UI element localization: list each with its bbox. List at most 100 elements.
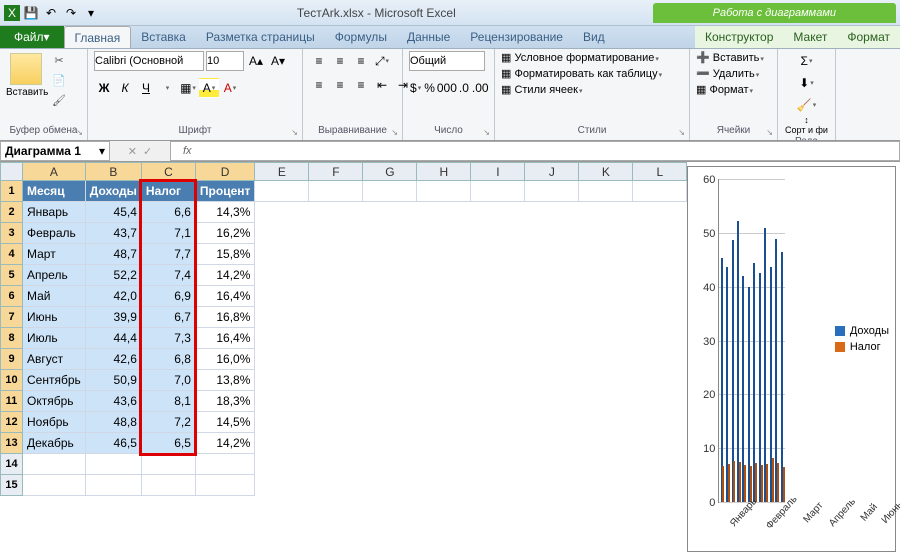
align-right-icon[interactable]: ≡ bbox=[351, 75, 371, 95]
currency-icon[interactable]: $ bbox=[409, 78, 422, 98]
copy-icon[interactable]: 📄 bbox=[50, 71, 68, 89]
bar-income[interactable] bbox=[721, 258, 723, 502]
cell[interactable] bbox=[141, 475, 195, 496]
cell[interactable]: 48,8 bbox=[85, 412, 141, 433]
row-header-5[interactable]: 5 bbox=[1, 265, 23, 286]
cell[interactable]: 16,4% bbox=[195, 286, 254, 307]
cell[interactable]: 6,6 bbox=[141, 202, 195, 223]
undo-icon[interactable]: ↶ bbox=[42, 4, 60, 22]
shrink-font-icon[interactable]: A▾ bbox=[268, 51, 288, 71]
review-tab[interactable]: Рецензирование bbox=[460, 26, 573, 48]
cell[interactable]: 14,2% bbox=[195, 433, 254, 454]
cell[interactable] bbox=[23, 454, 86, 475]
cut-icon[interactable]: ✂ bbox=[50, 51, 68, 69]
chart-container[interactable]: 0102030405060 ЯнварьФевральМартАпрельМ bbox=[687, 162, 900, 556]
cell[interactable] bbox=[633, 181, 687, 202]
cell[interactable]: 42,6 bbox=[85, 349, 141, 370]
cell[interactable] bbox=[417, 181, 471, 202]
orientation-icon[interactable]: ⤢ bbox=[372, 51, 392, 71]
row-header-8[interactable]: 8 bbox=[1, 328, 23, 349]
data-tab[interactable]: Данные bbox=[397, 26, 460, 48]
cancel-icon[interactable]: ✕ bbox=[128, 145, 137, 158]
chart[interactable]: 0102030405060 ЯнварьФевральМартАпрельМ bbox=[687, 166, 896, 552]
font-color-button[interactable]: A bbox=[220, 78, 240, 98]
header-cell[interactable]: Налог bbox=[141, 181, 195, 202]
underline-button[interactable]: Ч bbox=[136, 78, 156, 98]
cell[interactable]: Октябрь bbox=[23, 391, 86, 412]
format-cells-button[interactable]: ▦ Формат bbox=[696, 83, 771, 96]
cell[interactable]: Август bbox=[23, 349, 86, 370]
cell[interactable] bbox=[195, 475, 254, 496]
cell[interactable] bbox=[471, 181, 525, 202]
format-tab[interactable]: Формат bbox=[837, 26, 900, 48]
cell[interactable]: Ноябрь bbox=[23, 412, 86, 433]
row-header-3[interactable]: 3 bbox=[1, 223, 23, 244]
cell[interactable]: 43,6 bbox=[85, 391, 141, 412]
cell[interactable]: 44,4 bbox=[85, 328, 141, 349]
autosum-icon[interactable]: Σ bbox=[797, 51, 817, 71]
sort-filter-button[interactable]: ↕Сорт и фи bbox=[784, 115, 829, 135]
cell[interactable]: 16,8% bbox=[195, 307, 254, 328]
col-header-D[interactable]: D bbox=[195, 163, 254, 181]
spreadsheet[interactable]: ABCDEFGHIJKL1МесяцДоходыНалогПроцент2Янв… bbox=[0, 162, 687, 496]
cell[interactable]: Декабрь bbox=[23, 433, 86, 454]
cell[interactable] bbox=[85, 475, 141, 496]
cell[interactable]: Апрель bbox=[23, 265, 86, 286]
fill-icon[interactable]: ⬇ bbox=[797, 73, 817, 93]
col-header-K[interactable]: K bbox=[579, 163, 633, 181]
underline-dropdown[interactable] bbox=[157, 78, 177, 98]
qat-dropdown-icon[interactable]: ▾ bbox=[82, 4, 100, 22]
number-format-select[interactable] bbox=[409, 51, 485, 71]
page-layout-tab[interactable]: Разметка страницы bbox=[196, 26, 325, 48]
comma-icon[interactable]: 000 bbox=[437, 78, 457, 98]
home-tab[interactable]: Главная bbox=[64, 26, 132, 48]
cell[interactable]: 6,5 bbox=[141, 433, 195, 454]
cell[interactable]: 14,5% bbox=[195, 412, 254, 433]
col-header-I[interactable]: I bbox=[471, 163, 525, 181]
align-top-icon[interactable]: ≡ bbox=[309, 51, 329, 71]
cell[interactable]: 16,4% bbox=[195, 328, 254, 349]
grow-font-icon[interactable]: A▴ bbox=[246, 51, 266, 71]
cell[interactable]: 43,7 bbox=[85, 223, 141, 244]
cell[interactable] bbox=[141, 454, 195, 475]
col-header-C[interactable]: C bbox=[141, 163, 195, 181]
align-center-icon[interactable]: ≡ bbox=[330, 75, 350, 95]
cell[interactable]: 15,8% bbox=[195, 244, 254, 265]
cell[interactable]: 8,1 bbox=[141, 391, 195, 412]
cell[interactable]: 7,2 bbox=[141, 412, 195, 433]
cell[interactable]: 7,7 bbox=[141, 244, 195, 265]
cell[interactable]: 6,7 bbox=[141, 307, 195, 328]
align-bot-icon[interactable]: ≡ bbox=[351, 51, 371, 71]
cell[interactable]: 48,7 bbox=[85, 244, 141, 265]
cell[interactable] bbox=[85, 454, 141, 475]
col-header-A[interactable]: A bbox=[23, 163, 86, 181]
view-tab[interactable]: Вид bbox=[573, 26, 615, 48]
fill-color-button[interactable]: A bbox=[199, 78, 219, 98]
cell[interactable]: 7,0 bbox=[141, 370, 195, 391]
col-header-J[interactable]: J bbox=[525, 163, 579, 181]
cell[interactable]: Март bbox=[23, 244, 86, 265]
cell[interactable]: 52,2 bbox=[85, 265, 141, 286]
delete-cells-button[interactable]: ➖ Удалить bbox=[696, 67, 771, 80]
percent-icon[interactable]: % bbox=[423, 78, 436, 98]
col-header-H[interactable]: H bbox=[417, 163, 471, 181]
cell[interactable] bbox=[363, 181, 417, 202]
row-header-1[interactable]: 1 bbox=[1, 181, 23, 202]
cell[interactable]: 6,8 bbox=[141, 349, 195, 370]
cell[interactable]: 14,3% bbox=[195, 202, 254, 223]
col-header-B[interactable]: B bbox=[85, 163, 141, 181]
cell[interactable] bbox=[525, 181, 579, 202]
bar-income[interactable] bbox=[781, 252, 783, 502]
cell[interactable]: 6,9 bbox=[141, 286, 195, 307]
row-header-12[interactable]: 12 bbox=[1, 412, 23, 433]
select-all[interactable] bbox=[1, 163, 23, 181]
row-header-14[interactable]: 14 bbox=[1, 454, 23, 475]
cond-format-button[interactable]: ▦ Условное форматирование bbox=[501, 51, 683, 64]
cell[interactable]: 18,3% bbox=[195, 391, 254, 412]
align-left-icon[interactable]: ≡ bbox=[309, 75, 329, 95]
redo-icon[interactable]: ↷ bbox=[62, 4, 80, 22]
cell[interactable]: 7,3 bbox=[141, 328, 195, 349]
row-header-15[interactable]: 15 bbox=[1, 475, 23, 496]
align-mid-icon[interactable]: ≡ bbox=[330, 51, 350, 71]
cell[interactable]: 13,8% bbox=[195, 370, 254, 391]
